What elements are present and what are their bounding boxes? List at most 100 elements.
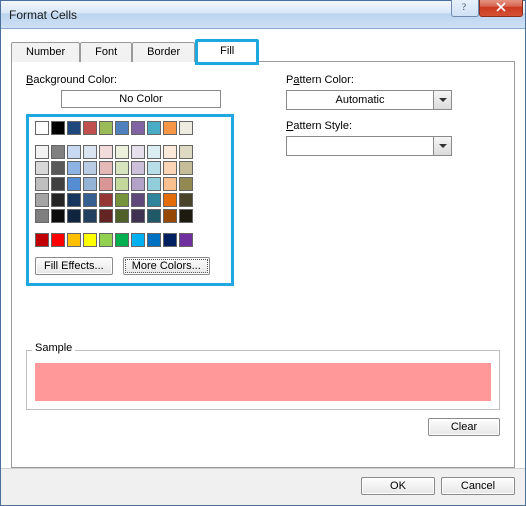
color-swatch[interactable] — [51, 209, 65, 223]
dialog-footer: OK Cancel — [1, 468, 525, 505]
color-swatch[interactable] — [179, 177, 193, 191]
color-swatch[interactable] — [147, 233, 161, 247]
color-swatch[interactable] — [51, 121, 65, 135]
color-swatch[interactable] — [179, 161, 193, 175]
pattern-color-value: Automatic — [287, 91, 433, 109]
format-cells-dialog: Format Cells ? Number Font Border Fill B… — [0, 0, 526, 506]
color-swatch[interactable] — [51, 145, 65, 159]
color-swatch[interactable] — [83, 161, 97, 175]
tab-number[interactable]: Number — [11, 42, 80, 62]
tab-fill[interactable]: Fill — [198, 42, 256, 62]
color-swatch[interactable] — [67, 193, 81, 207]
color-swatch[interactable] — [131, 161, 145, 175]
color-swatch[interactable] — [67, 145, 81, 159]
color-swatch[interactable] — [147, 193, 161, 207]
cancel-button[interactable]: Cancel — [441, 477, 515, 495]
color-swatch[interactable] — [131, 193, 145, 207]
color-swatch[interactable] — [131, 209, 145, 223]
color-swatch[interactable] — [131, 121, 145, 135]
color-swatch[interactable] — [163, 145, 177, 159]
color-swatch[interactable] — [35, 193, 49, 207]
color-swatch[interactable] — [163, 121, 177, 135]
color-swatch[interactable] — [163, 193, 177, 207]
color-swatch[interactable] — [83, 193, 97, 207]
color-swatch[interactable] — [131, 177, 145, 191]
color-palette — [35, 121, 227, 247]
close-button[interactable] — [479, 0, 523, 17]
color-swatch[interactable] — [115, 161, 129, 175]
clear-button[interactable]: Clear — [428, 418, 500, 436]
sample-label: Sample — [32, 342, 75, 354]
color-palette-highlight: Fill Effects... More Colors... — [26, 114, 234, 286]
sample-box — [26, 350, 500, 410]
color-swatch[interactable] — [163, 177, 177, 191]
color-swatch[interactable] — [99, 193, 113, 207]
color-swatch[interactable] — [147, 161, 161, 175]
svg-text:?: ? — [462, 2, 466, 12]
color-swatch[interactable] — [67, 177, 81, 191]
color-swatch[interactable] — [163, 161, 177, 175]
color-swatch[interactable] — [51, 193, 65, 207]
color-swatch[interactable] — [83, 145, 97, 159]
color-swatch[interactable] — [147, 177, 161, 191]
color-swatch[interactable] — [35, 177, 49, 191]
fill-effects-button[interactable]: Fill Effects... — [35, 257, 113, 275]
pattern-style-value — [287, 137, 433, 155]
color-swatch[interactable] — [83, 121, 97, 135]
titlebar: Format Cells ? — [1, 1, 525, 29]
color-swatch[interactable] — [99, 233, 113, 247]
color-swatch[interactable] — [179, 233, 193, 247]
color-swatch[interactable] — [67, 121, 81, 135]
color-swatch[interactable] — [99, 121, 113, 135]
color-swatch[interactable] — [83, 233, 97, 247]
ok-button[interactable]: OK — [361, 477, 435, 495]
color-swatch[interactable] — [67, 209, 81, 223]
help-button[interactable]: ? — [451, 0, 479, 17]
color-swatch[interactable] — [147, 121, 161, 135]
color-swatch[interactable] — [163, 209, 177, 223]
color-swatch[interactable] — [99, 177, 113, 191]
color-swatch[interactable] — [147, 145, 161, 159]
color-swatch[interactable] — [51, 177, 65, 191]
color-swatch[interactable] — [35, 233, 49, 247]
color-swatch[interactable] — [99, 145, 113, 159]
color-swatch[interactable] — [115, 145, 129, 159]
color-swatch[interactable] — [115, 177, 129, 191]
pattern-color-label: Pattern Color: — [286, 74, 500, 86]
color-swatch[interactable] — [51, 233, 65, 247]
background-color-label: Background Color: — [26, 74, 256, 86]
more-colors-button[interactable]: More Colors... — [123, 257, 210, 275]
color-swatch[interactable] — [163, 233, 177, 247]
tab-font[interactable]: Font — [80, 42, 132, 62]
chevron-down-icon — [433, 137, 451, 155]
color-swatch[interactable] — [179, 121, 193, 135]
color-swatch[interactable] — [115, 209, 129, 223]
chevron-down-icon — [433, 91, 451, 109]
color-swatch[interactable] — [131, 233, 145, 247]
no-color-button[interactable]: No Color — [61, 90, 221, 108]
color-swatch[interactable] — [179, 209, 193, 223]
tab-fill-highlight: Fill — [195, 39, 259, 65]
pattern-style-combo[interactable] — [286, 136, 452, 156]
color-swatch[interactable] — [115, 233, 129, 247]
color-swatch[interactable] — [35, 145, 49, 159]
color-swatch[interactable] — [179, 193, 193, 207]
color-swatch[interactable] — [99, 209, 113, 223]
color-swatch[interactable] — [35, 121, 49, 135]
color-swatch[interactable] — [115, 193, 129, 207]
color-swatch[interactable] — [99, 161, 113, 175]
sample-fill — [35, 363, 491, 401]
color-swatch[interactable] — [51, 161, 65, 175]
color-swatch[interactable] — [115, 121, 129, 135]
color-swatch[interactable] — [67, 233, 81, 247]
pattern-color-combo[interactable]: Automatic — [286, 90, 452, 110]
color-swatch[interactable] — [147, 209, 161, 223]
color-swatch[interactable] — [35, 209, 49, 223]
color-swatch[interactable] — [131, 145, 145, 159]
color-swatch[interactable] — [83, 209, 97, 223]
color-swatch[interactable] — [83, 177, 97, 191]
color-swatch[interactable] — [179, 145, 193, 159]
color-swatch[interactable] — [67, 161, 81, 175]
color-swatch[interactable] — [35, 161, 49, 175]
tab-border[interactable]: Border — [132, 42, 195, 62]
